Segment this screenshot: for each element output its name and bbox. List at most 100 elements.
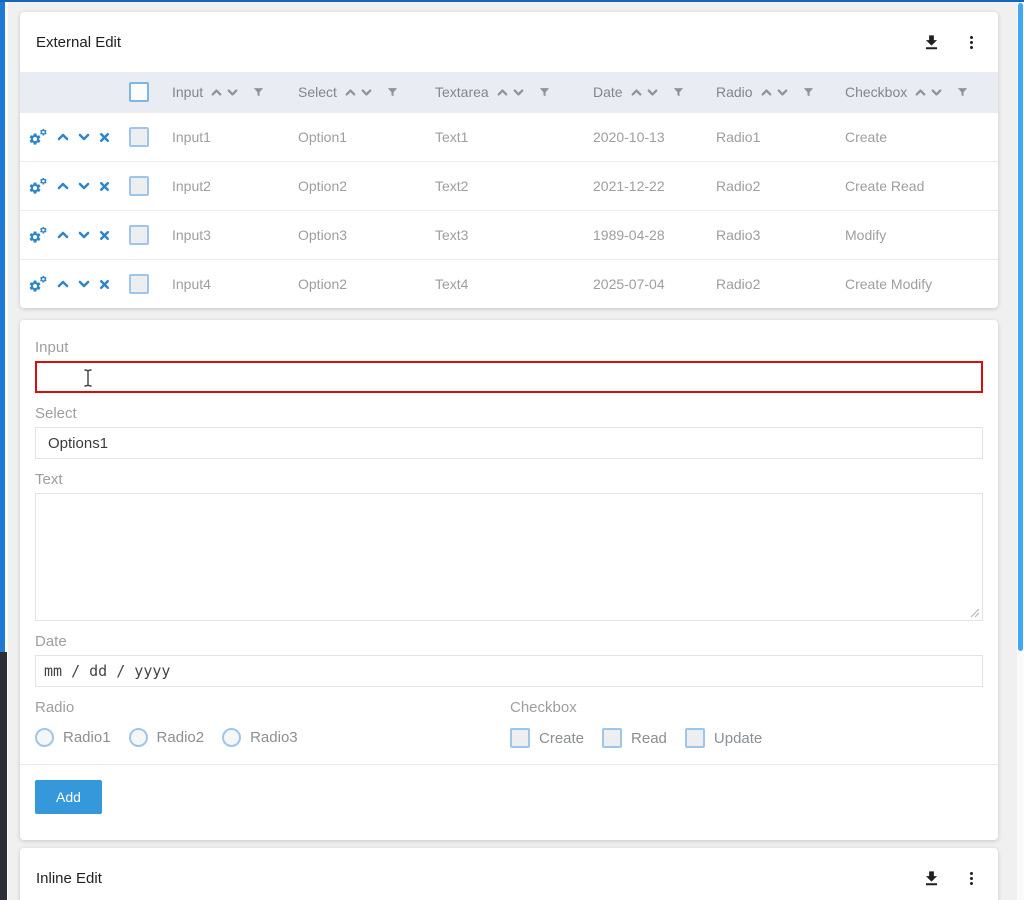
external-edit-panel: External Edit Input Select (20, 12, 998, 308)
column-label[interactable]: Checkbox (845, 84, 907, 100)
add-button[interactable]: Add (35, 780, 102, 814)
cell-input: Input1 (172, 129, 298, 145)
select-all-checkbox[interactable] (129, 82, 149, 102)
cell-checkbox: Create Read (845, 178, 998, 194)
checkbox-option-label: Update (714, 730, 762, 747)
text-field[interactable] (35, 493, 983, 621)
date-label: Date (35, 633, 983, 650)
row-delete-icon[interactable] (98, 180, 111, 193)
kebab-menu-icon[interactable] (963, 34, 980, 51)
row-settings-icon[interactable] (28, 275, 49, 293)
filter-icon[interactable] (252, 86, 265, 99)
sort-desc-icon[interactable] (776, 86, 789, 99)
filter-icon[interactable] (386, 86, 399, 99)
row-checkbox[interactable] (129, 274, 149, 294)
row-delete-icon[interactable] (98, 131, 111, 144)
column-label[interactable]: Date (593, 84, 623, 100)
right-scrollbar-thumb[interactable] (1018, 3, 1023, 651)
left-scrollbar-thumb[interactable] (0, 0, 5, 652)
row-move-down-icon[interactable] (77, 179, 91, 193)
cell-radio: Radio3 (716, 227, 845, 243)
sort-asc-icon[interactable] (496, 86, 509, 99)
row-checkbox[interactable] (129, 225, 149, 245)
row-checkbox[interactable] (129, 176, 149, 196)
cell-checkbox: Modify (845, 227, 998, 243)
left-scrollbar[interactable] (0, 0, 8, 900)
sort-asc-icon[interactable] (630, 86, 643, 99)
column-label[interactable]: Textarea (435, 84, 489, 100)
cell-date: 2025-07-04 (593, 276, 716, 292)
resize-grip-icon[interactable] (968, 606, 980, 618)
row-settings-icon[interactable] (28, 226, 49, 244)
page: External Edit Input Select (0, 0, 1024, 900)
row-delete-icon[interactable] (98, 229, 111, 242)
download-icon[interactable] (922, 33, 941, 52)
left-scrollbar-track-dark (0, 652, 7, 900)
filter-icon[interactable] (672, 86, 685, 99)
sort-desc-icon[interactable] (646, 86, 659, 99)
filter-icon[interactable] (538, 86, 551, 99)
filter-icon[interactable] (802, 86, 815, 99)
row-move-up-icon[interactable] (56, 130, 70, 144)
cell-date: 2021-12-22 (593, 178, 716, 194)
sort-desc-icon[interactable] (226, 86, 239, 99)
column-header-select: Select (298, 84, 435, 100)
checkbox-update[interactable] (685, 728, 705, 748)
row-move-down-icon[interactable] (77, 228, 91, 242)
kebab-menu-icon[interactable] (963, 870, 980, 887)
cell-select: Option2 (298, 276, 435, 292)
cell-textarea: Text3 (435, 227, 593, 243)
right-scrollbar[interactable] (1017, 0, 1024, 900)
select-field[interactable]: Options1 (35, 427, 983, 459)
table-row: Input3 Option3 Text3 1989-04-28 Radio3 M… (20, 210, 998, 259)
inline-panel-actions (922, 869, 980, 888)
sort-desc-icon[interactable] (360, 86, 373, 99)
column-header-radio: Radio (716, 84, 845, 100)
cell-select: Option2 (298, 178, 435, 194)
date-field[interactable]: mm / dd / yyyy (35, 655, 983, 687)
column-label[interactable]: Radio (716, 84, 753, 100)
column-header-checkbox: Checkbox (845, 84, 998, 100)
row-settings-icon[interactable] (28, 128, 49, 146)
add-record-form-panel: Input Select Options1 Text Date mm / dd … (20, 320, 998, 840)
download-icon[interactable] (922, 869, 941, 888)
column-label[interactable]: Select (298, 84, 337, 100)
row-move-up-icon[interactable] (56, 179, 70, 193)
column-label[interactable]: Input (172, 84, 203, 100)
row-actions (20, 128, 116, 146)
checkbox-read[interactable] (602, 728, 622, 748)
external-panel-title: External Edit (36, 34, 121, 51)
row-delete-icon[interactable] (98, 278, 111, 291)
checkbox-create[interactable] (510, 728, 530, 748)
inline-panel-header: Inline Edit (20, 848, 998, 900)
filter-icon[interactable] (956, 86, 969, 99)
row-move-up-icon[interactable] (56, 228, 70, 242)
sort-asc-icon[interactable] (914, 86, 927, 99)
cell-input: Input2 (172, 178, 298, 194)
sort-asc-icon[interactable] (344, 86, 357, 99)
radio-option-label: Radio1 (63, 729, 111, 746)
row-move-down-icon[interactable] (77, 130, 91, 144)
radio-radio1[interactable] (35, 728, 54, 747)
cell-select: Option3 (298, 227, 435, 243)
row-move-down-icon[interactable] (77, 277, 91, 291)
sort-desc-icon[interactable] (930, 86, 943, 99)
sort-asc-icon[interactable] (760, 86, 773, 99)
cell-input: Input4 (172, 276, 298, 292)
radio-radio3[interactable] (222, 728, 241, 747)
cell-date: 2020-10-13 (593, 129, 716, 145)
cell-radio: Radio2 (716, 276, 845, 292)
input-field[interactable] (35, 361, 983, 393)
input-label: Input (35, 339, 983, 356)
row-move-up-icon[interactable] (56, 277, 70, 291)
radio-radio2[interactable] (129, 728, 148, 747)
row-actions (20, 177, 116, 195)
cell-select: Option1 (298, 129, 435, 145)
sort-asc-icon[interactable] (210, 86, 223, 99)
row-settings-icon[interactable] (28, 177, 49, 195)
row-checkbox[interactable] (129, 127, 149, 147)
sort-desc-icon[interactable] (512, 86, 525, 99)
radio-checkbox-row: Radio Radio1 Radio2 Radio3 Checkbox Cre (35, 699, 983, 748)
checkbox-column-header (116, 82, 172, 102)
select-label: Select (35, 405, 983, 422)
